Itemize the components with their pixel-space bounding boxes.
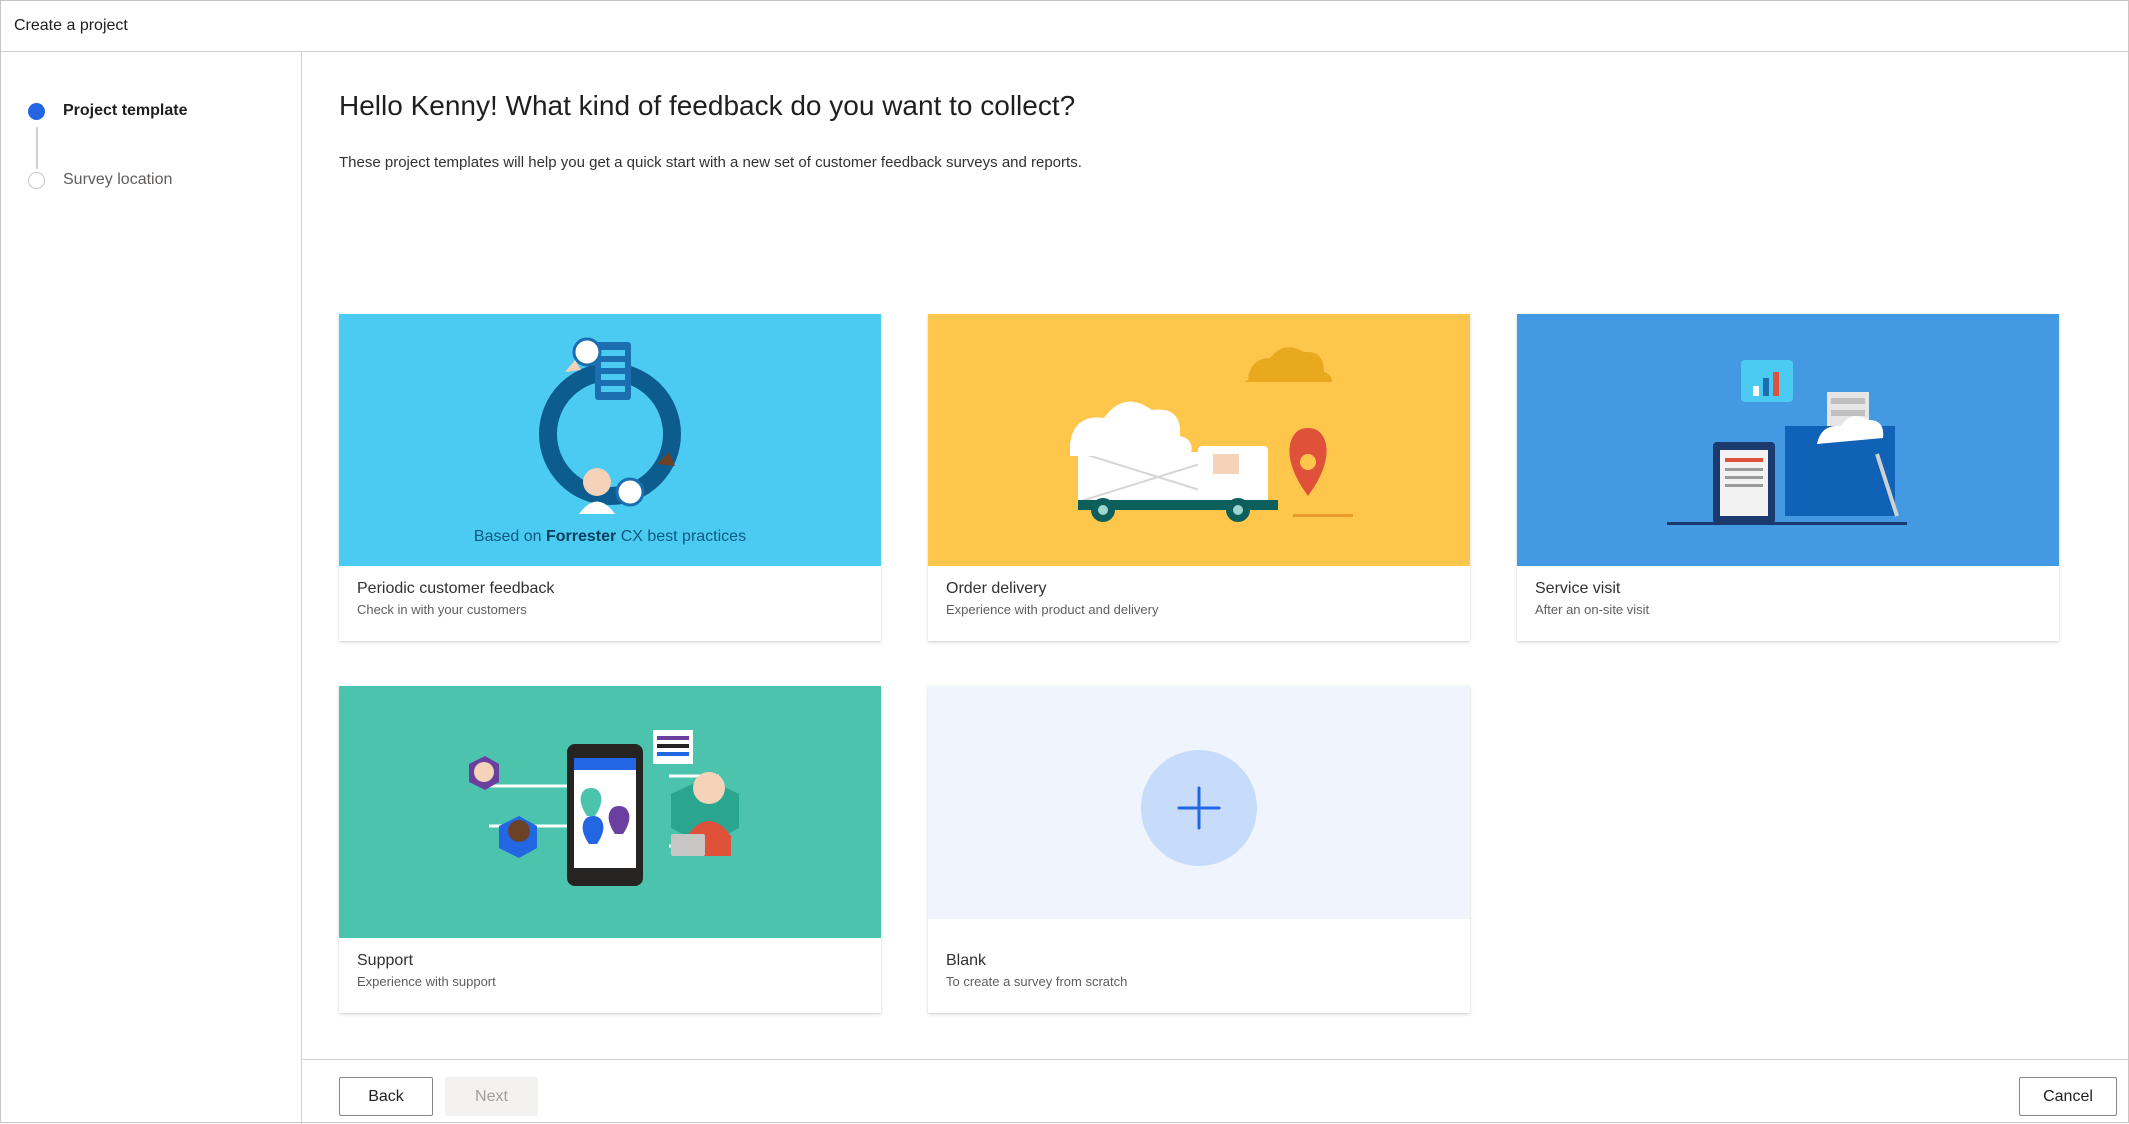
card-title: Service visit [1535,580,1621,597]
template-card-service-visit[interactable]: Service visit After an on-site visit [1517,314,2059,641]
periodic-feedback-illustration: Based on Forrester CX best practices [339,314,881,566]
forrester-caption: Based on Forrester CX best practices [473,528,747,545]
support-phone-icon [469,730,739,886]
delivery-truck-icon [1070,347,1353,522]
next-button[interactable]: Next [445,1077,538,1116]
step-connector [36,127,38,169]
create-project-window: Create a project Project template Survey… [0,0,2129,1124]
step-label: Project template [63,102,188,119]
card-subtitle: Check in with your customers [357,602,527,617]
card-title: Order delivery [946,580,1047,597]
forrester-brand: Forrester [545,528,617,545]
template-card-blank[interactable]: Blank To create a survey from scratch [928,686,1470,1013]
card-subtitle: To create a survey from scratch [946,974,1128,989]
service-toolbox-icon [1667,360,1907,525]
step-label: Survey location [63,171,173,188]
support-illustration [339,686,881,938]
card-subtitle: After an on-site visit [1535,602,1650,617]
page-title: Hello Kenny! What kind of feedback do yo… [339,90,1076,121]
card-title: Periodic customer feedback [357,580,555,597]
template-card-periodic-feedback[interactable]: Based on Forrester CX best practices Per… [339,314,881,641]
main-content: Hello Kenny! What kind of feedback do yo… [303,52,2128,1122]
cancel-button[interactable]: Cancel [2019,1077,2117,1116]
step-survey-location[interactable]: Survey location [28,171,172,189]
service-visit-illustration [1517,314,2059,566]
card-subtitle: Experience with product and delivery [946,602,1159,617]
card-title: Support [357,952,414,969]
order-delivery-illustration [928,314,1470,566]
step-inactive-indicator [28,171,45,189]
template-card-support[interactable]: Support Experience with support [339,686,881,1013]
card-title: Blank [946,952,987,969]
plus-icon [1141,750,1257,866]
stepper-sidebar: Project template Survey location [1,52,302,1124]
card-subtitle: Experience with support [357,974,496,989]
step-project-template[interactable]: Project template [28,102,187,120]
blank-illustration [928,686,1470,919]
footer-bar: Back Next Cancel [303,1059,2128,1122]
page-description: These project templates will help you ge… [339,154,1082,171]
template-card-order-delivery[interactable]: Order delivery Experience with product a… [928,314,1470,641]
window-title: Create a project [1,1,2128,52]
step-active-indicator [28,102,45,120]
back-button[interactable]: Back [339,1077,433,1116]
